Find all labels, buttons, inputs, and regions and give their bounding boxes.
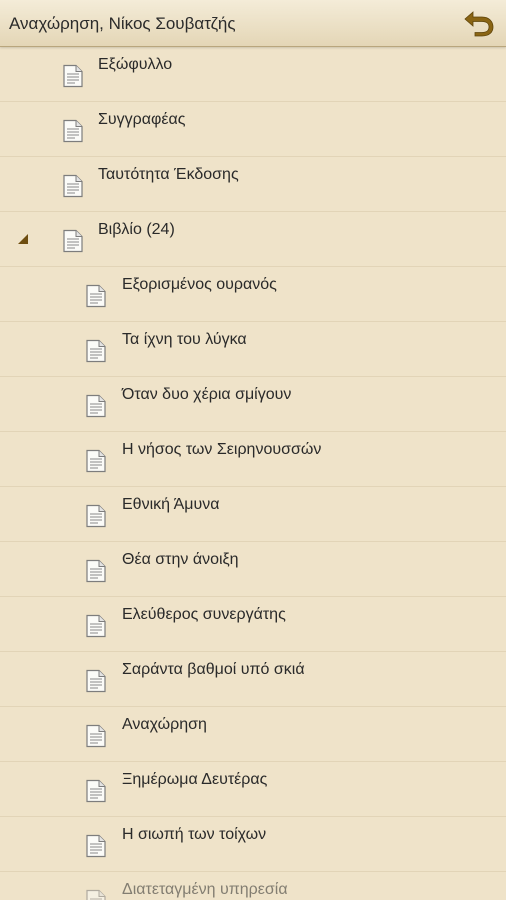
toc-item-label: Αναχώρηση <box>122 716 207 733</box>
document-icon <box>86 394 106 418</box>
book-title: Αναχώρηση, Νίκος Σουβατζής <box>9 14 236 33</box>
document-icon <box>63 64 83 88</box>
toc-item-label: Διατεταγμένη υπηρεσία <box>122 881 288 898</box>
toc-subitem[interactable]: Διατεταγμένη υπηρεσία <box>0 872 506 900</box>
toc-subitem[interactable]: Τα ίχνη του λύγκα <box>0 322 506 377</box>
toc-item-label: Σαράντα βαθμοί υπό σκιά <box>122 661 305 678</box>
expand-triangle-icon[interactable] <box>16 232 30 246</box>
toc-item-expanded[interactable]: Βιβλίο (24) <box>0 212 506 267</box>
document-icon <box>63 229 83 253</box>
toc-item-label: Η νήσος των Σειρηνουσσών <box>122 441 322 458</box>
toc-subitem[interactable]: Η νήσος των Σειρηνουσσών <box>0 432 506 487</box>
toc-item-label: Θέα στην άνοιξη <box>122 551 239 568</box>
table-of-contents: Εξώφυλλο Συγγραφέας Ταυτότητα Έκδοσης Βι… <box>0 47 506 900</box>
document-icon <box>63 174 83 198</box>
document-icon <box>86 339 106 363</box>
toc-subitem[interactable]: Εθνική Άμυνα <box>0 487 506 542</box>
document-icon <box>86 284 106 308</box>
app-header: Αναχώρηση, Νίκος Σουβατζής <box>0 0 506 47</box>
toc-item-label: Ταυτότητα Έκδοσης <box>98 166 239 183</box>
toc-subitem[interactable]: Εξορισμένος ουρανός <box>0 267 506 322</box>
toc-item-label: Όταν δυο χέρια σμίγουν <box>122 386 292 403</box>
toc-item-label: Εθνική Άμυνα <box>122 496 220 513</box>
toc-item[interactable]: Εξώφυλλο <box>0 47 506 102</box>
document-icon <box>86 889 106 900</box>
document-icon <box>86 834 106 858</box>
document-icon <box>63 119 83 143</box>
document-icon <box>86 724 106 748</box>
toc-subitem[interactable]: Ελεύθερος συνεργάτης <box>0 597 506 652</box>
document-icon <box>86 614 106 638</box>
toc-subitem[interactable]: Ξημέρωμα Δευτέρας <box>0 762 506 817</box>
back-button[interactable] <box>462 7 496 39</box>
toc-subitem[interactable]: Αναχώρηση <box>0 707 506 762</box>
toc-item-label: Η σιωπή των τοίχων <box>122 826 267 843</box>
document-icon <box>86 669 106 693</box>
document-icon <box>86 504 106 528</box>
toc-subitem[interactable]: Σαράντα βαθμοί υπό σκιά <box>0 652 506 707</box>
toc-item-label: Συγγραφέας <box>98 111 186 128</box>
toc-item-label: Εξορισμένος ουρανός <box>122 276 277 293</box>
toc-subitem[interactable]: Η σιωπή των τοίχων <box>0 817 506 872</box>
toc-item[interactable]: Ταυτότητα Έκδοσης <box>0 157 506 212</box>
document-icon <box>86 779 106 803</box>
toc-item[interactable]: Συγγραφέας <box>0 102 506 157</box>
back-arrow-icon <box>464 11 494 37</box>
document-icon <box>86 449 106 473</box>
document-icon <box>86 559 106 583</box>
toc-item-label: Εξώφυλλο <box>98 56 173 73</box>
toc-subitem[interactable]: Όταν δυο χέρια σμίγουν <box>0 377 506 432</box>
toc-item-label: Βιβλίο (24) <box>98 221 175 238</box>
toc-item-label: Ελεύθερος συνεργάτης <box>122 606 286 623</box>
toc-item-label: Ξημέρωμα Δευτέρας <box>122 771 268 788</box>
toc-subitem[interactable]: Θέα στην άνοιξη <box>0 542 506 597</box>
toc-item-label: Τα ίχνη του λύγκα <box>122 331 247 348</box>
